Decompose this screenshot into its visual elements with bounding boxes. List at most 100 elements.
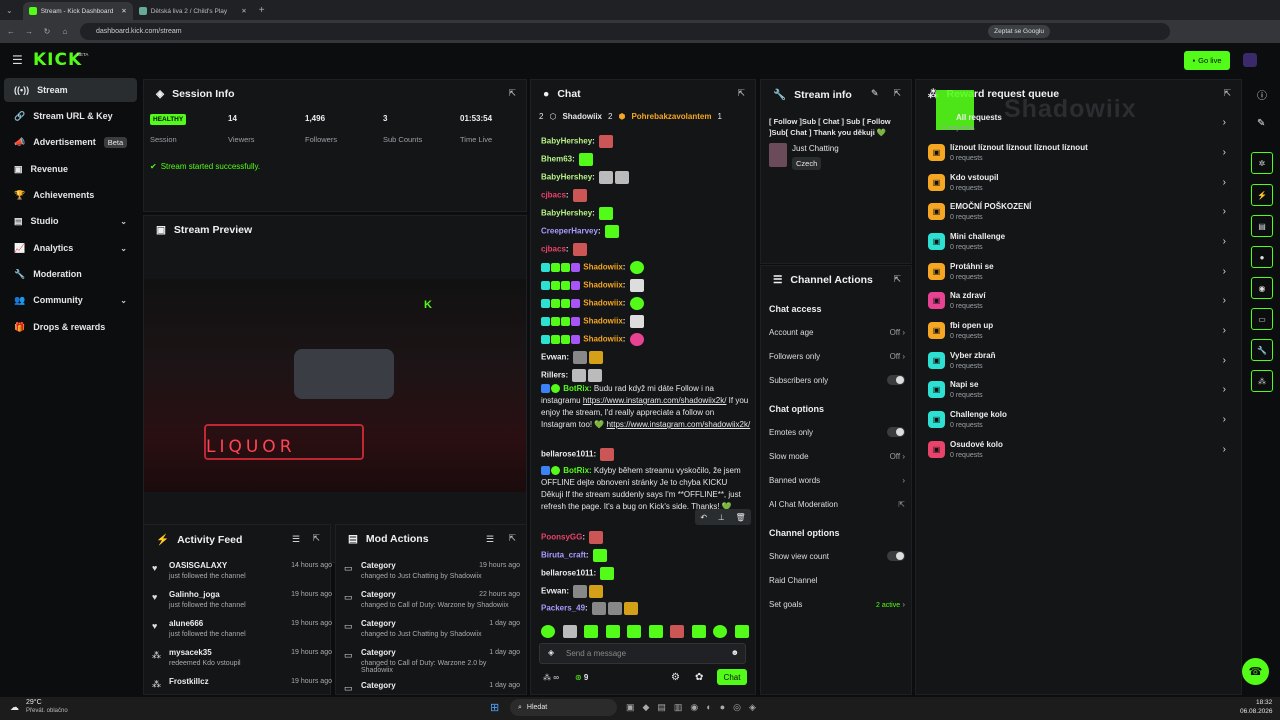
emote-icon[interactable] [584, 625, 599, 638]
popout-icon[interactable]: ⇱ [508, 88, 516, 99]
reward-item[interactable]: ▣ Osudové kolo 0 requests › [928, 438, 1226, 466]
instagram-link[interactable]: https://www.instagram.com/shadowiix2k/ [607, 420, 751, 429]
reward-item-all[interactable]: All requests 0 requests › [928, 111, 1226, 139]
home-icon[interactable]: ⌂ [58, 27, 72, 36]
edit-icon[interactable]: ✎ [1257, 118, 1265, 129]
windows-start-icon[interactable]: ⊞ [490, 701, 499, 714]
menu-icon[interactable]: ☰ [12, 53, 23, 67]
panel-title: ▤ Mod Actions [348, 533, 429, 545]
tab-menu-icon[interactable]: ⌄ [6, 6, 13, 15]
taskbar-apps-icon[interactable]: ▣◆▤▥◉◐●◎◈ [626, 702, 764, 713]
popout-icon[interactable]: ⇱ [893, 88, 901, 99]
clock-time[interactable]: 18:32 [1256, 699, 1272, 706]
help-chat-button[interactable]: ☎ [1242, 658, 1269, 685]
set-goals-row[interactable]: Set goals 2 active › [769, 600, 905, 609]
show-view-count-row: Show view count [769, 551, 905, 561]
sidebar-item-stream-url[interactable]: 🔗 Stream URL & Key [4, 104, 137, 128]
sidebar-item-stream[interactable]: ((•)) Stream [4, 78, 137, 102]
reload-icon[interactable]: ↻ [40, 27, 54, 36]
smile-icon[interactable]: ☻ [731, 648, 739, 657]
ask-google-button[interactable]: Zeptat se Googlu [988, 25, 1050, 38]
emotes-only-toggle[interactable] [887, 427, 905, 437]
trash-icon[interactable]: 🗑 [735, 513, 745, 522]
reward-item[interactable]: ▣ fbi open up 0 requests › [928, 319, 1226, 347]
go-live-button[interactable]: ▪ Go live [1184, 51, 1230, 70]
rail-lightning-button[interactable]: ⚡ [1251, 184, 1273, 206]
url-input[interactable]: dashboard.kick.com/stream Zeptat se Goog… [80, 23, 1170, 40]
info-icon[interactable]: ⓘ [1257, 87, 1267, 102]
popout-icon[interactable]: ⇱ [312, 533, 320, 544]
emoji-icon[interactable]: ◈ [548, 648, 554, 657]
reply-icon[interactable]: ↶ [700, 513, 707, 522]
account-age-row[interactable]: Account age Off › [769, 328, 905, 337]
taskbar-search[interactable]: ⌕ Hledat [510, 699, 617, 716]
tab-kick-dashboard[interactable]: Stream - Kick Dashboard ✕ [22, 2, 133, 20]
reward-item[interactable]: ▣ Protáhni se 0 requests › [928, 260, 1226, 288]
filter-icon[interactable]: ☰ [486, 534, 494, 545]
close-icon[interactable]: ✕ [241, 7, 246, 15]
reward-item[interactable]: ▣ Vyber zbraň 0 requests › [928, 349, 1226, 377]
pin-icon[interactable]: ⊥ [718, 513, 725, 522]
banned-words-row[interactable]: Banned words › [769, 476, 905, 485]
tab-childs-play[interactable]: Dětská liva 2 / Child's Play ✕ [133, 2, 253, 20]
rail-chat-button[interactable]: ● [1251, 246, 1273, 268]
emote-icon[interactable] [541, 625, 555, 638]
popout-icon[interactable]: ⇱ [893, 274, 901, 285]
ai-moderation-row[interactable]: AI Chat Moderation ⇱ [769, 500, 905, 509]
slow-mode-row[interactable]: Slow mode Off › [769, 452, 905, 461]
pinned-bar[interactable]: 2 ⬡ Shadowiix 2 ⬢ Pohrebakzavolantem 1 [539, 112, 722, 121]
reward-item[interactable]: ▣ EMOČNÍ POŠKOZENÍ 0 requests › [928, 200, 1226, 228]
popout-icon[interactable]: ⇱ [508, 533, 516, 544]
rail-broadcast-button[interactable]: ◉ [1251, 277, 1273, 299]
subscribers-only-toggle[interactable] [887, 375, 905, 385]
new-tab-icon[interactable]: + [259, 5, 265, 16]
view-count-toggle[interactable] [887, 551, 905, 561]
emote-icon[interactable] [713, 625, 728, 638]
reward-item[interactable]: ▣ Mini challenge 0 requests › [928, 230, 1226, 258]
back-icon[interactable]: ← [4, 27, 18, 36]
sidebar-item-drops-rewards[interactable]: 🎁 Drops & rewards [4, 315, 137, 339]
emote-icon[interactable] [734, 625, 749, 638]
sidebar-item-community[interactable]: 👥 Community ⌄ [4, 288, 137, 312]
emote-icon[interactable] [627, 625, 642, 638]
rail-clipboard-button[interactable]: ▤ [1251, 215, 1273, 237]
popout-icon[interactable]: ⇱ [737, 88, 745, 99]
sidebar-item-analytics[interactable]: 📈 Analytics ⌄ [4, 236, 137, 260]
sidebar-item-achievements[interactable]: 🏆 Achievements [4, 183, 137, 207]
rail-reward-button[interactable]: ⁂ [1251, 370, 1273, 392]
sidebar-item-studio[interactable]: ▤ Studio ⌄ [4, 209, 137, 233]
video-player[interactable]: LIQUOR K [144, 279, 526, 492]
forward-icon[interactable]: → [22, 27, 36, 36]
raid-channel-row[interactable]: Raid Channel [769, 576, 905, 585]
emote-icon[interactable] [670, 625, 685, 638]
sidebar-item-revenue[interactable]: ▣ Revenue [4, 157, 137, 181]
instagram-link[interactable]: https://www.instagram.com/shadowiix2k/ [583, 396, 727, 405]
rail-bug-button[interactable]: ✲ [1251, 152, 1273, 174]
reward-item[interactable]: ▣ Challenge kolo 0 requests › [928, 408, 1226, 436]
clock-date[interactable]: 06.08.2026 [1240, 708, 1273, 715]
edit-icon[interactable]: ✎ [871, 88, 879, 99]
rail-wrench-button[interactable]: 🔧 [1251, 339, 1273, 361]
filter-icon[interactable]: ☰ [292, 534, 300, 545]
kick-logo[interactable]: KICK [33, 50, 82, 70]
close-icon[interactable]: ✕ [121, 7, 126, 15]
avatar[interactable] [1243, 53, 1257, 67]
emote-icon [588, 369, 603, 382]
sidebar-item-advertisement[interactable]: 📣 Advertisement Beta [4, 130, 137, 154]
gift-icon[interactable]: ✿ [695, 672, 703, 683]
settings-icon[interactable]: ⚙ [671, 672, 680, 683]
reward-item[interactable]: ▣ Na zdraví 0 requests › [928, 289, 1226, 317]
reward-item[interactable]: ▣ Kdo vstoupil 0 requests › [928, 171, 1226, 199]
chat-input[interactable]: ◈ Send a message ☻ [539, 643, 746, 664]
sidebar-item-moderation[interactable]: 🔧 Moderation [4, 262, 137, 286]
popout-icon[interactable]: ⇱ [1223, 88, 1231, 99]
rail-screen-button[interactable]: ▭ [1251, 308, 1273, 330]
emote-icon[interactable] [648, 625, 663, 638]
emote-icon[interactable] [605, 625, 620, 638]
followers-only-row[interactable]: Followers only Off › [769, 352, 905, 361]
emote-icon[interactable] [691, 625, 706, 638]
reward-item[interactable]: ▣ líznout líznout líznout líznout líznou… [928, 141, 1226, 169]
reward-item[interactable]: ▣ Napi se 0 requests › [928, 378, 1226, 406]
emote-icon[interactable] [562, 625, 577, 638]
send-chat-button[interactable]: Chat [717, 669, 747, 685]
